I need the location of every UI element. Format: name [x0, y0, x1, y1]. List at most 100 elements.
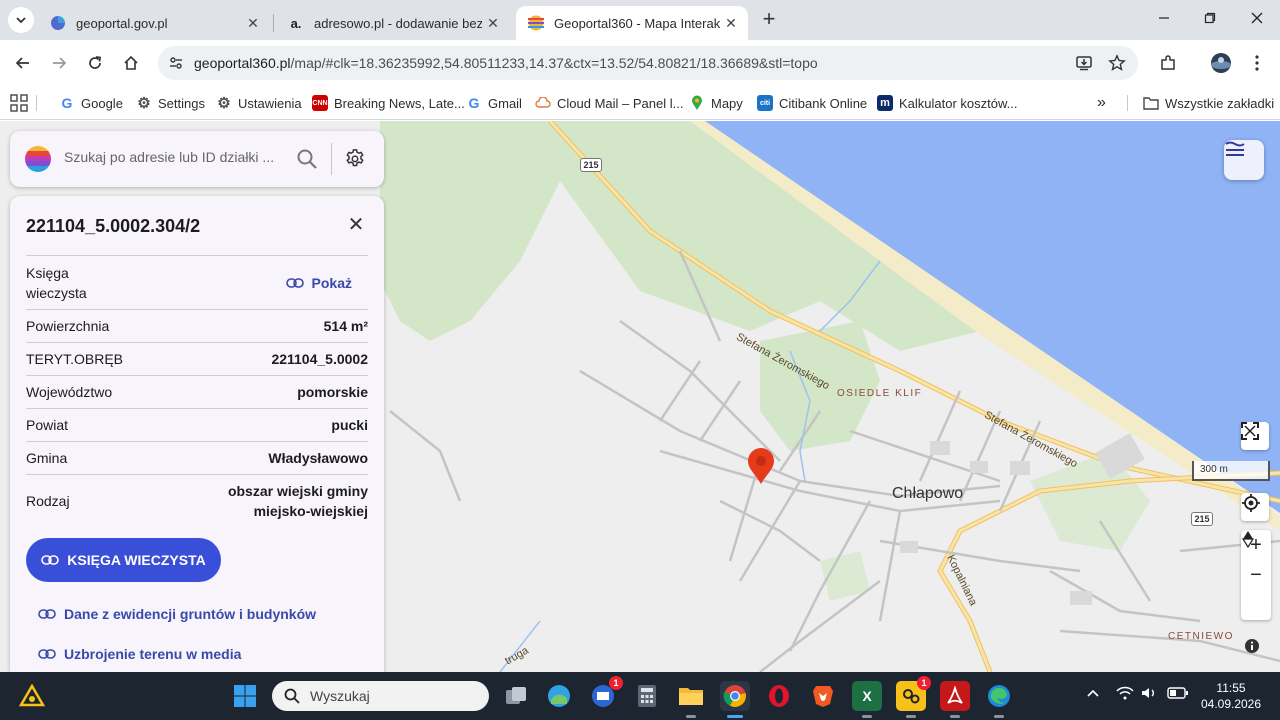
bookmark-mapy[interactable]: Mapy [689, 93, 743, 113]
more-bookmarks-chevron-icon[interactable]: » [1097, 93, 1106, 113]
photos-app-icon[interactable] [544, 681, 574, 711]
excel-app-icon[interactable]: X [852, 681, 882, 711]
brave-app-icon[interactable] [808, 681, 838, 711]
layers-button[interactable] [1224, 140, 1264, 180]
bookmark-cnn[interactable]: CNN Breaking News, Late... [312, 93, 465, 113]
warning-app-icon[interactable] [17, 681, 47, 711]
address-bar[interactable]: geoportal360.pl/map/#clk=18.36235992,54.… [158, 46, 1138, 80]
install-app-icon[interactable] [1072, 51, 1096, 75]
acrobat-app-icon[interactable] [940, 681, 970, 711]
cadastre-data-link[interactable]: Dane z ewidencji gruntów i budynków [38, 606, 316, 622]
show-hidden-icons-chevron-icon[interactable] [1087, 686, 1099, 701]
bookmark-kalkulator[interactable]: m Kalkulator kosztów... [877, 93, 1018, 113]
taskbar-search[interactable]: Wyszukaj [272, 681, 489, 711]
attribute-key: Województwo [26, 384, 113, 400]
layers-icon [1225, 141, 1245, 156]
gear-icon[interactable] [344, 148, 366, 170]
home-button[interactable] [118, 50, 144, 76]
utilities-link[interactable]: Uzbrojenie terenu w media [38, 646, 241, 662]
bookmark-citibank[interactable]: citi Citibank Online [757, 93, 867, 113]
battery-icon[interactable] [1167, 686, 1189, 703]
close-icon[interactable]: ✕ [720, 12, 742, 34]
attribute-key: Księga wieczysta [26, 264, 87, 301]
attribute-value: pomorskie [297, 384, 368, 400]
bookmark-label: Kalkulator kosztów... [899, 95, 1018, 111]
restore-button[interactable] [1198, 8, 1222, 32]
cloud-icon [535, 95, 551, 111]
url-path: /map/#clk=18.36235992,54.80511233,14.37&… [290, 55, 818, 71]
bookmark-label: Wszystkie zakładki [1165, 95, 1275, 111]
locate-me-button[interactable] [1241, 493, 1269, 521]
cnn-icon: CNN [312, 95, 328, 111]
start-button[interactable] [230, 681, 260, 711]
land-registry-button[interactable]: KSIĘGA WIECZYSTA [26, 538, 221, 582]
edge-app-icon[interactable] [984, 681, 1014, 711]
clock[interactable]: 11:55 04.09.2026 [1196, 680, 1266, 712]
close-icon[interactable]: ✕ [242, 12, 264, 34]
button-label: KSIĘGA WIECZYSTA [67, 552, 206, 568]
arrow-right-icon [53, 57, 67, 69]
reload-button[interactable] [82, 50, 108, 76]
volume-icon[interactable] [1141, 686, 1159, 703]
star-icon[interactable] [1105, 51, 1129, 75]
forward-button[interactable] [46, 50, 72, 76]
all-bookmarks-button[interactable]: Wszystkie zakładki [1143, 93, 1274, 113]
fullscreen-icon [1241, 422, 1259, 440]
back-button[interactable] [10, 50, 36, 76]
file-explorer-icon[interactable] [676, 681, 706, 711]
chevron-down-icon [16, 17, 26, 24]
close-icon[interactable]: ✕ [482, 12, 504, 34]
bookmark-gmail[interactable]: G Gmail [466, 93, 522, 113]
site-info-button[interactable] [164, 51, 188, 75]
bookmark-ustawienia[interactable]: ⚙ Ustawienia [216, 93, 301, 113]
windows-icon [234, 685, 256, 707]
bookmark-settings[interactable]: ⚙ Settings [136, 93, 205, 113]
task-view-icon[interactable] [501, 681, 531, 711]
profile-avatar[interactable] [1208, 50, 1234, 76]
url-text: geoportal360.pl/map/#clk=18.36235992,54.… [194, 55, 818, 71]
apps-grid-icon[interactable] [10, 93, 28, 113]
extensions-icon[interactable] [1155, 50, 1181, 76]
link-label: Pokaż [311, 274, 352, 291]
tab-geoportal360[interactable]: Geoportal360 - Mapa Interakty ✕ [516, 6, 748, 40]
tab-separator [273, 14, 274, 32]
location-marker-icon[interactable] [746, 447, 776, 485]
taskbar: Wyszukaj 1 X 1 11:55 04.09.2026 [0, 672, 1280, 720]
maps-pin-icon [689, 95, 705, 111]
home-icon [124, 55, 138, 70]
tab-title: Geoportal360 - Mapa Interakty [554, 15, 720, 31]
bookmark-label: Gmail [488, 95, 522, 111]
mail-app-icon[interactable]: 1 [588, 676, 623, 711]
parcel-attributes: Księga wieczysta Pokaż Powierzchnia 514 … [26, 255, 368, 526]
tasks-app-icon[interactable]: 1 [896, 676, 931, 711]
chrome-app-icon[interactable] [720, 681, 750, 711]
new-tab-button[interactable]: + [757, 8, 781, 32]
minimize-button[interactable] [1152, 8, 1176, 32]
info-button[interactable] [1244, 638, 1266, 660]
tab-geoportal-gov[interactable]: geoportal.gov.pl ✕ [38, 6, 270, 40]
geoportal-favicon [50, 15, 66, 31]
zoom-out-button[interactable]: − [1241, 560, 1271, 590]
tab-search-button[interactable] [8, 7, 34, 33]
bookmark-label: Breaking News, Late... [334, 95, 465, 111]
bookmark-cloud-mail[interactable]: Cloud Mail – Panel l... [535, 93, 683, 113]
compass-button[interactable] [1241, 531, 1271, 620]
gear-icon: ⚙ [137, 95, 151, 112]
search-icon[interactable] [296, 148, 318, 170]
link-icon [38, 649, 56, 659]
attribute-key: Powiat [26, 417, 69, 433]
bookmark-label: Citibank Online [779, 95, 868, 111]
window-close-button[interactable] [1245, 8, 1269, 32]
close-icon[interactable]: ✕ [346, 215, 366, 235]
opera-app-icon[interactable] [764, 681, 794, 711]
fullscreen-button[interactable] [1241, 422, 1269, 450]
tab-adresowo[interactable]: a. adresowo.pl - dodawanie bezpł ✕ [276, 6, 510, 40]
show-land-registry-link[interactable]: Pokaż [285, 274, 352, 291]
wifi-icon[interactable] [1116, 686, 1134, 703]
search-input[interactable] [64, 149, 294, 165]
attribute-key: Rodzaj [26, 492, 70, 509]
menu-kebab-icon[interactable] [1244, 50, 1270, 76]
bookmark-google[interactable]: G Google [59, 93, 123, 113]
geoportal360-logo[interactable] [25, 146, 51, 172]
calculator-app-icon[interactable] [632, 681, 662, 711]
